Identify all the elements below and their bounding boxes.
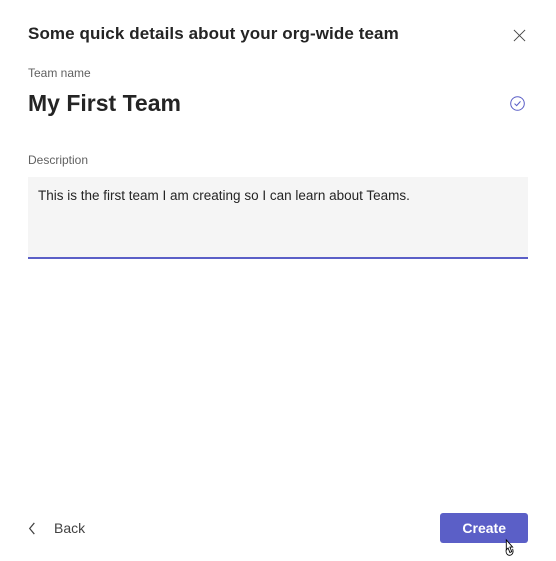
create-button[interactable]: Create xyxy=(440,513,528,543)
chevron-left-icon xyxy=(28,522,36,535)
back-label: Back xyxy=(54,520,85,536)
dialog-header: Some quick details about your org-wide t… xyxy=(28,24,528,44)
team-name-input[interactable] xyxy=(28,90,509,117)
dialog-footer: Back Create xyxy=(28,513,528,543)
team-name-label: Team name xyxy=(28,66,528,80)
description-input[interactable]: This is the first team I am creating so … xyxy=(28,177,528,259)
dialog-title: Some quick details about your org-wide t… xyxy=(28,24,399,44)
close-icon xyxy=(513,29,526,42)
create-team-dialog: Some quick details about your org-wide t… xyxy=(0,0,556,561)
checkmark-circle-icon xyxy=(509,95,526,112)
team-name-row xyxy=(28,90,528,117)
close-button[interactable] xyxy=(510,26,528,44)
description-label: Description xyxy=(28,153,528,167)
back-button[interactable]: Back xyxy=(28,514,85,542)
